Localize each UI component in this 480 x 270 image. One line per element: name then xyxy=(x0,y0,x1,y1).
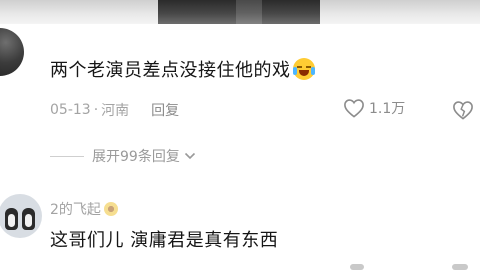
avatar[interactable] xyxy=(0,194,42,238)
comment-meta: 05-13 · 河南 回复 xyxy=(50,100,179,120)
laughing-crying-emoji-icon xyxy=(292,58,315,80)
comment-actions-cutoff xyxy=(350,262,480,270)
username-text: 2的飞起 xyxy=(50,202,101,218)
comment-text: 两个老演员差点没接住他的戏 xyxy=(50,58,315,83)
comment-date: 05-13 xyxy=(50,102,91,118)
divider xyxy=(50,155,84,157)
heart-icon xyxy=(344,99,364,118)
expand-replies-button[interactable]: 展开99条回复 xyxy=(50,146,196,166)
broken-heart-icon[interactable] xyxy=(452,100,474,120)
comment-location: 河南 xyxy=(101,103,130,119)
reply-button[interactable]: 回复 xyxy=(151,100,179,120)
expand-replies-label: 展开99条回复 xyxy=(92,149,180,165)
video-thumbnail-strip[interactable] xyxy=(0,0,480,24)
meta-separator: · xyxy=(93,102,99,118)
comment-text: 这哥们儿 演庸君是真有东西 xyxy=(50,229,278,253)
avatar[interactable] xyxy=(0,28,24,76)
chevron-down-icon xyxy=(184,152,195,160)
video-frame xyxy=(158,0,320,24)
sunflower-icon xyxy=(103,202,118,216)
like-count: 1.1万 xyxy=(369,101,406,117)
like-button[interactable]: 1.1万 xyxy=(343,98,405,118)
username[interactable]: 2的飞起 xyxy=(50,199,118,219)
comment-body: 两个老演员差点没接住他的戏 xyxy=(50,60,291,81)
comment-body: 这哥们儿 演庸君是真有东西 xyxy=(50,230,279,251)
